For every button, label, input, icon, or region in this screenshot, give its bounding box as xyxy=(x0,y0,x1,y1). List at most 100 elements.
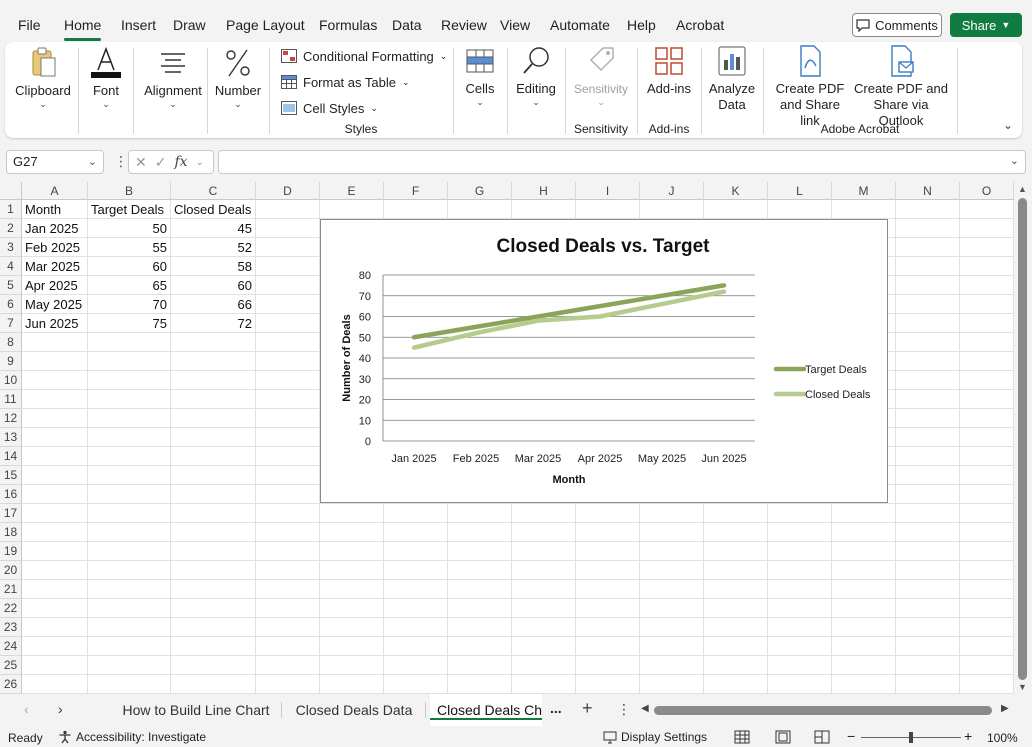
zoom-out-icon[interactable]: − xyxy=(847,728,855,744)
scroll-down-icon[interactable]: ▼ xyxy=(1018,682,1027,692)
row-header[interactable]: 7 xyxy=(0,314,22,333)
menu-tab-help[interactable]: Help xyxy=(627,10,656,40)
row-header[interactable]: 20 xyxy=(0,561,22,580)
sheet-tab-closed-deals-data[interactable]: Closed Deals Data xyxy=(286,694,422,726)
table-cell[interactable]: Mar 2025 xyxy=(22,257,87,276)
menu-tab-review[interactable]: Review xyxy=(441,10,487,40)
share-button[interactable]: Share ▼ xyxy=(950,13,1022,37)
scroll-right-icon[interactable]: ▶ xyxy=(1001,703,1009,714)
row-header[interactable]: 18 xyxy=(0,523,22,542)
row-header[interactable]: 22 xyxy=(0,599,22,618)
select-all-corner[interactable] xyxy=(0,182,22,200)
font-button[interactable]: Font ⌄ xyxy=(83,46,129,109)
alignment-button[interactable]: Alignment ⌄ xyxy=(138,46,208,109)
number-button[interactable]: Number ⌄ xyxy=(211,46,265,109)
menu-tab-draw[interactable]: Draw xyxy=(173,10,206,40)
zoom-in-icon[interactable]: + xyxy=(964,728,972,744)
menu-tab-acrobat[interactable]: Acrobat xyxy=(676,10,724,40)
row-header[interactable]: 26 xyxy=(0,675,22,694)
row-header[interactable]: 23 xyxy=(0,618,22,637)
column-header-b[interactable]: B xyxy=(88,182,171,200)
column-header-o[interactable]: O xyxy=(960,182,1014,200)
column-header-j[interactable]: J xyxy=(640,182,704,200)
menu-tab-insert[interactable]: Insert xyxy=(121,10,156,40)
column-header-n[interactable]: N xyxy=(896,182,960,200)
check-icon[interactable]: ✓ xyxy=(155,154,167,171)
table-cell[interactable]: 60 xyxy=(171,276,255,295)
menu-tab-home[interactable]: Home xyxy=(64,10,102,41)
row-header[interactable]: 15 xyxy=(0,466,22,485)
column-header-m[interactable]: M xyxy=(832,182,896,200)
cancel-icon[interactable]: ✕ xyxy=(135,154,147,171)
header-cell[interactable]: Target Deals xyxy=(88,200,170,219)
editing-button[interactable]: Editing ⌄ xyxy=(513,44,559,107)
cell-styles-button[interactable]: Cell Styles ⌄ xyxy=(281,98,378,118)
column-header-h[interactable]: H xyxy=(512,182,576,200)
zoom-level[interactable]: 100% xyxy=(987,731,1018,745)
horizontal-scroll-thumb[interactable] xyxy=(654,706,992,715)
table-cell[interactable]: Feb 2025 xyxy=(22,238,87,257)
formula-input[interactable]: ⌄ xyxy=(218,150,1026,174)
table-cell[interactable]: Jun 2025 xyxy=(22,314,87,333)
row-header[interactable]: 21 xyxy=(0,580,22,599)
row-header[interactable]: 6 xyxy=(0,295,22,314)
row-header[interactable]: 25 xyxy=(0,656,22,675)
scroll-up-icon[interactable]: ▲ xyxy=(1018,184,1027,194)
table-cell[interactable]: 75 xyxy=(88,314,170,333)
vertical-scroll-thumb[interactable] xyxy=(1018,198,1027,680)
column-header-g[interactable]: G xyxy=(448,182,512,200)
table-cell[interactable]: 70 xyxy=(88,295,170,314)
row-header[interactable]: 4 xyxy=(0,257,22,276)
header-cell[interactable]: Closed Deals xyxy=(171,200,255,219)
row-header[interactable]: 2 xyxy=(0,219,22,238)
menu-tab-formulas[interactable]: Formulas xyxy=(319,10,377,40)
menu-tab-data[interactable]: Data xyxy=(392,10,422,40)
row-header[interactable]: 16 xyxy=(0,485,22,504)
analyze-data-button[interactable]: Analyze Data xyxy=(705,44,759,113)
scroll-left-icon[interactable]: ◀ xyxy=(641,703,649,714)
row-header[interactable]: 14 xyxy=(0,447,22,466)
column-header-e[interactable]: E xyxy=(320,182,384,200)
add-sheet-icon[interactable]: + xyxy=(582,698,593,719)
row-header[interactable]: 8 xyxy=(0,333,22,352)
row-header[interactable]: 19 xyxy=(0,542,22,561)
row-header[interactable]: 13 xyxy=(0,428,22,447)
create-pdf-outlook-button[interactable]: Create PDF and Share via Outlook xyxy=(851,44,951,129)
column-header-i[interactable]: I xyxy=(576,182,640,200)
name-box[interactable]: G27 ⌄ xyxy=(6,150,104,174)
table-cell[interactable]: 60 xyxy=(88,257,170,276)
row-header[interactable]: 9 xyxy=(0,352,22,371)
row-header[interactable]: 1 xyxy=(0,200,22,219)
table-cell[interactable]: 45 xyxy=(171,219,255,238)
table-cell[interactable]: 65 xyxy=(88,276,170,295)
table-cell[interactable]: 58 xyxy=(171,257,255,276)
format-as-table-button[interactable]: Format as Table ⌄ xyxy=(281,72,410,92)
more-options-icon[interactable]: ⋮ xyxy=(114,153,128,170)
next-sheet-icon[interactable]: › xyxy=(58,701,63,717)
column-header-l[interactable]: L xyxy=(768,182,832,200)
row-header[interactable]: 10 xyxy=(0,371,22,390)
column-header-a[interactable]: A xyxy=(22,182,88,200)
row-header[interactable]: 24 xyxy=(0,637,22,656)
row-header[interactable]: 12 xyxy=(0,409,22,428)
comments-button[interactable]: Comments xyxy=(852,13,942,37)
normal-view-icon[interactable] xyxy=(734,730,750,744)
expand-formula-icon[interactable]: ⌄ xyxy=(1010,154,1019,167)
column-header-c[interactable]: C xyxy=(171,182,256,200)
page-layout-view-icon[interactable] xyxy=(775,730,791,744)
line-chart[interactable]: Closed Deals vs. Target 0 10 20 30 40 50 60 70 80… xyxy=(320,219,888,503)
menu-tab-view[interactable]: View xyxy=(500,10,530,40)
table-cell[interactable]: Jan 2025 xyxy=(22,219,87,238)
more-sheets-icon[interactable]: ... xyxy=(550,700,562,716)
table-cell[interactable]: 50 xyxy=(88,219,170,238)
column-header-d[interactable]: D xyxy=(256,182,320,200)
table-cell[interactable]: 52 xyxy=(171,238,255,257)
row-header[interactable]: 11 xyxy=(0,390,22,409)
table-cell[interactable]: Apr 2025 xyxy=(22,276,87,295)
header-cell[interactable]: Month xyxy=(22,200,87,219)
table-cell[interactable]: May 2025 xyxy=(22,295,87,314)
insert-function-icon[interactable]: fx xyxy=(174,154,187,170)
ribbon-collapse-icon[interactable]: ⌄ xyxy=(1003,118,1013,132)
menu-tab-automate[interactable]: Automate xyxy=(550,10,610,40)
row-header[interactable]: 3 xyxy=(0,238,22,257)
